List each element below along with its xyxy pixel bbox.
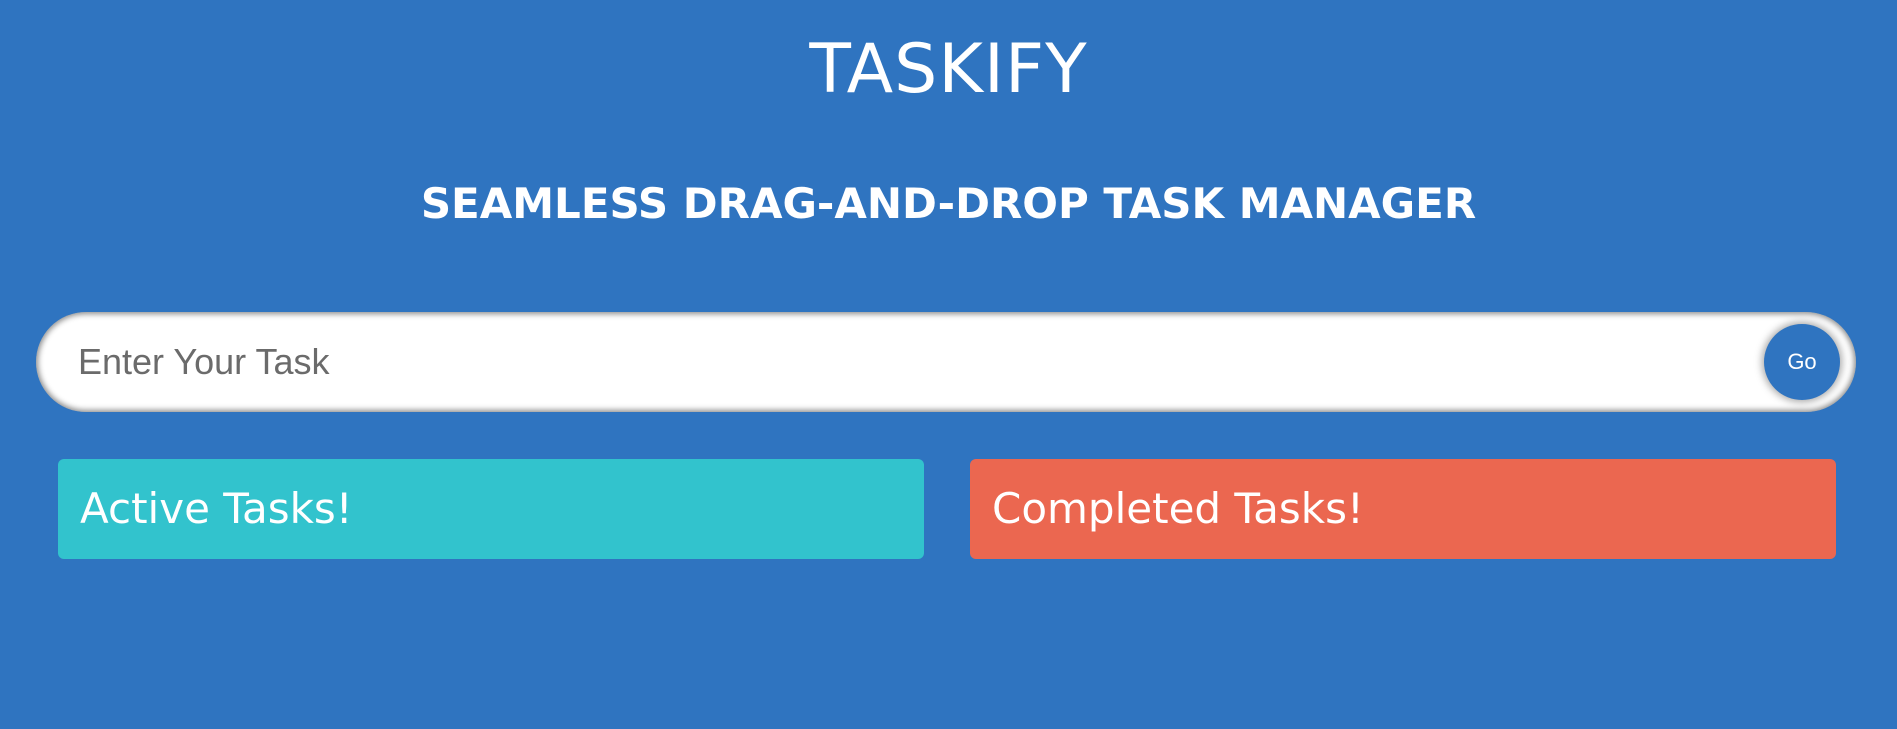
completed-tasks-heading: Completed Tasks! xyxy=(992,484,1364,533)
active-tasks-column[interactable]: Active Tasks! xyxy=(58,459,924,559)
go-button[interactable]: Go xyxy=(1764,324,1840,400)
completed-tasks-column[interactable]: Completed Tasks! xyxy=(970,459,1836,559)
app-subtitle: SEAMLESS DRAG-AND-DROP TASK MANAGER xyxy=(420,179,1477,228)
active-tasks-heading: Active Tasks! xyxy=(80,484,353,533)
task-input[interactable] xyxy=(78,312,1758,412)
app-title: TASKIFY xyxy=(809,30,1088,109)
task-form: Go xyxy=(36,312,1856,412)
